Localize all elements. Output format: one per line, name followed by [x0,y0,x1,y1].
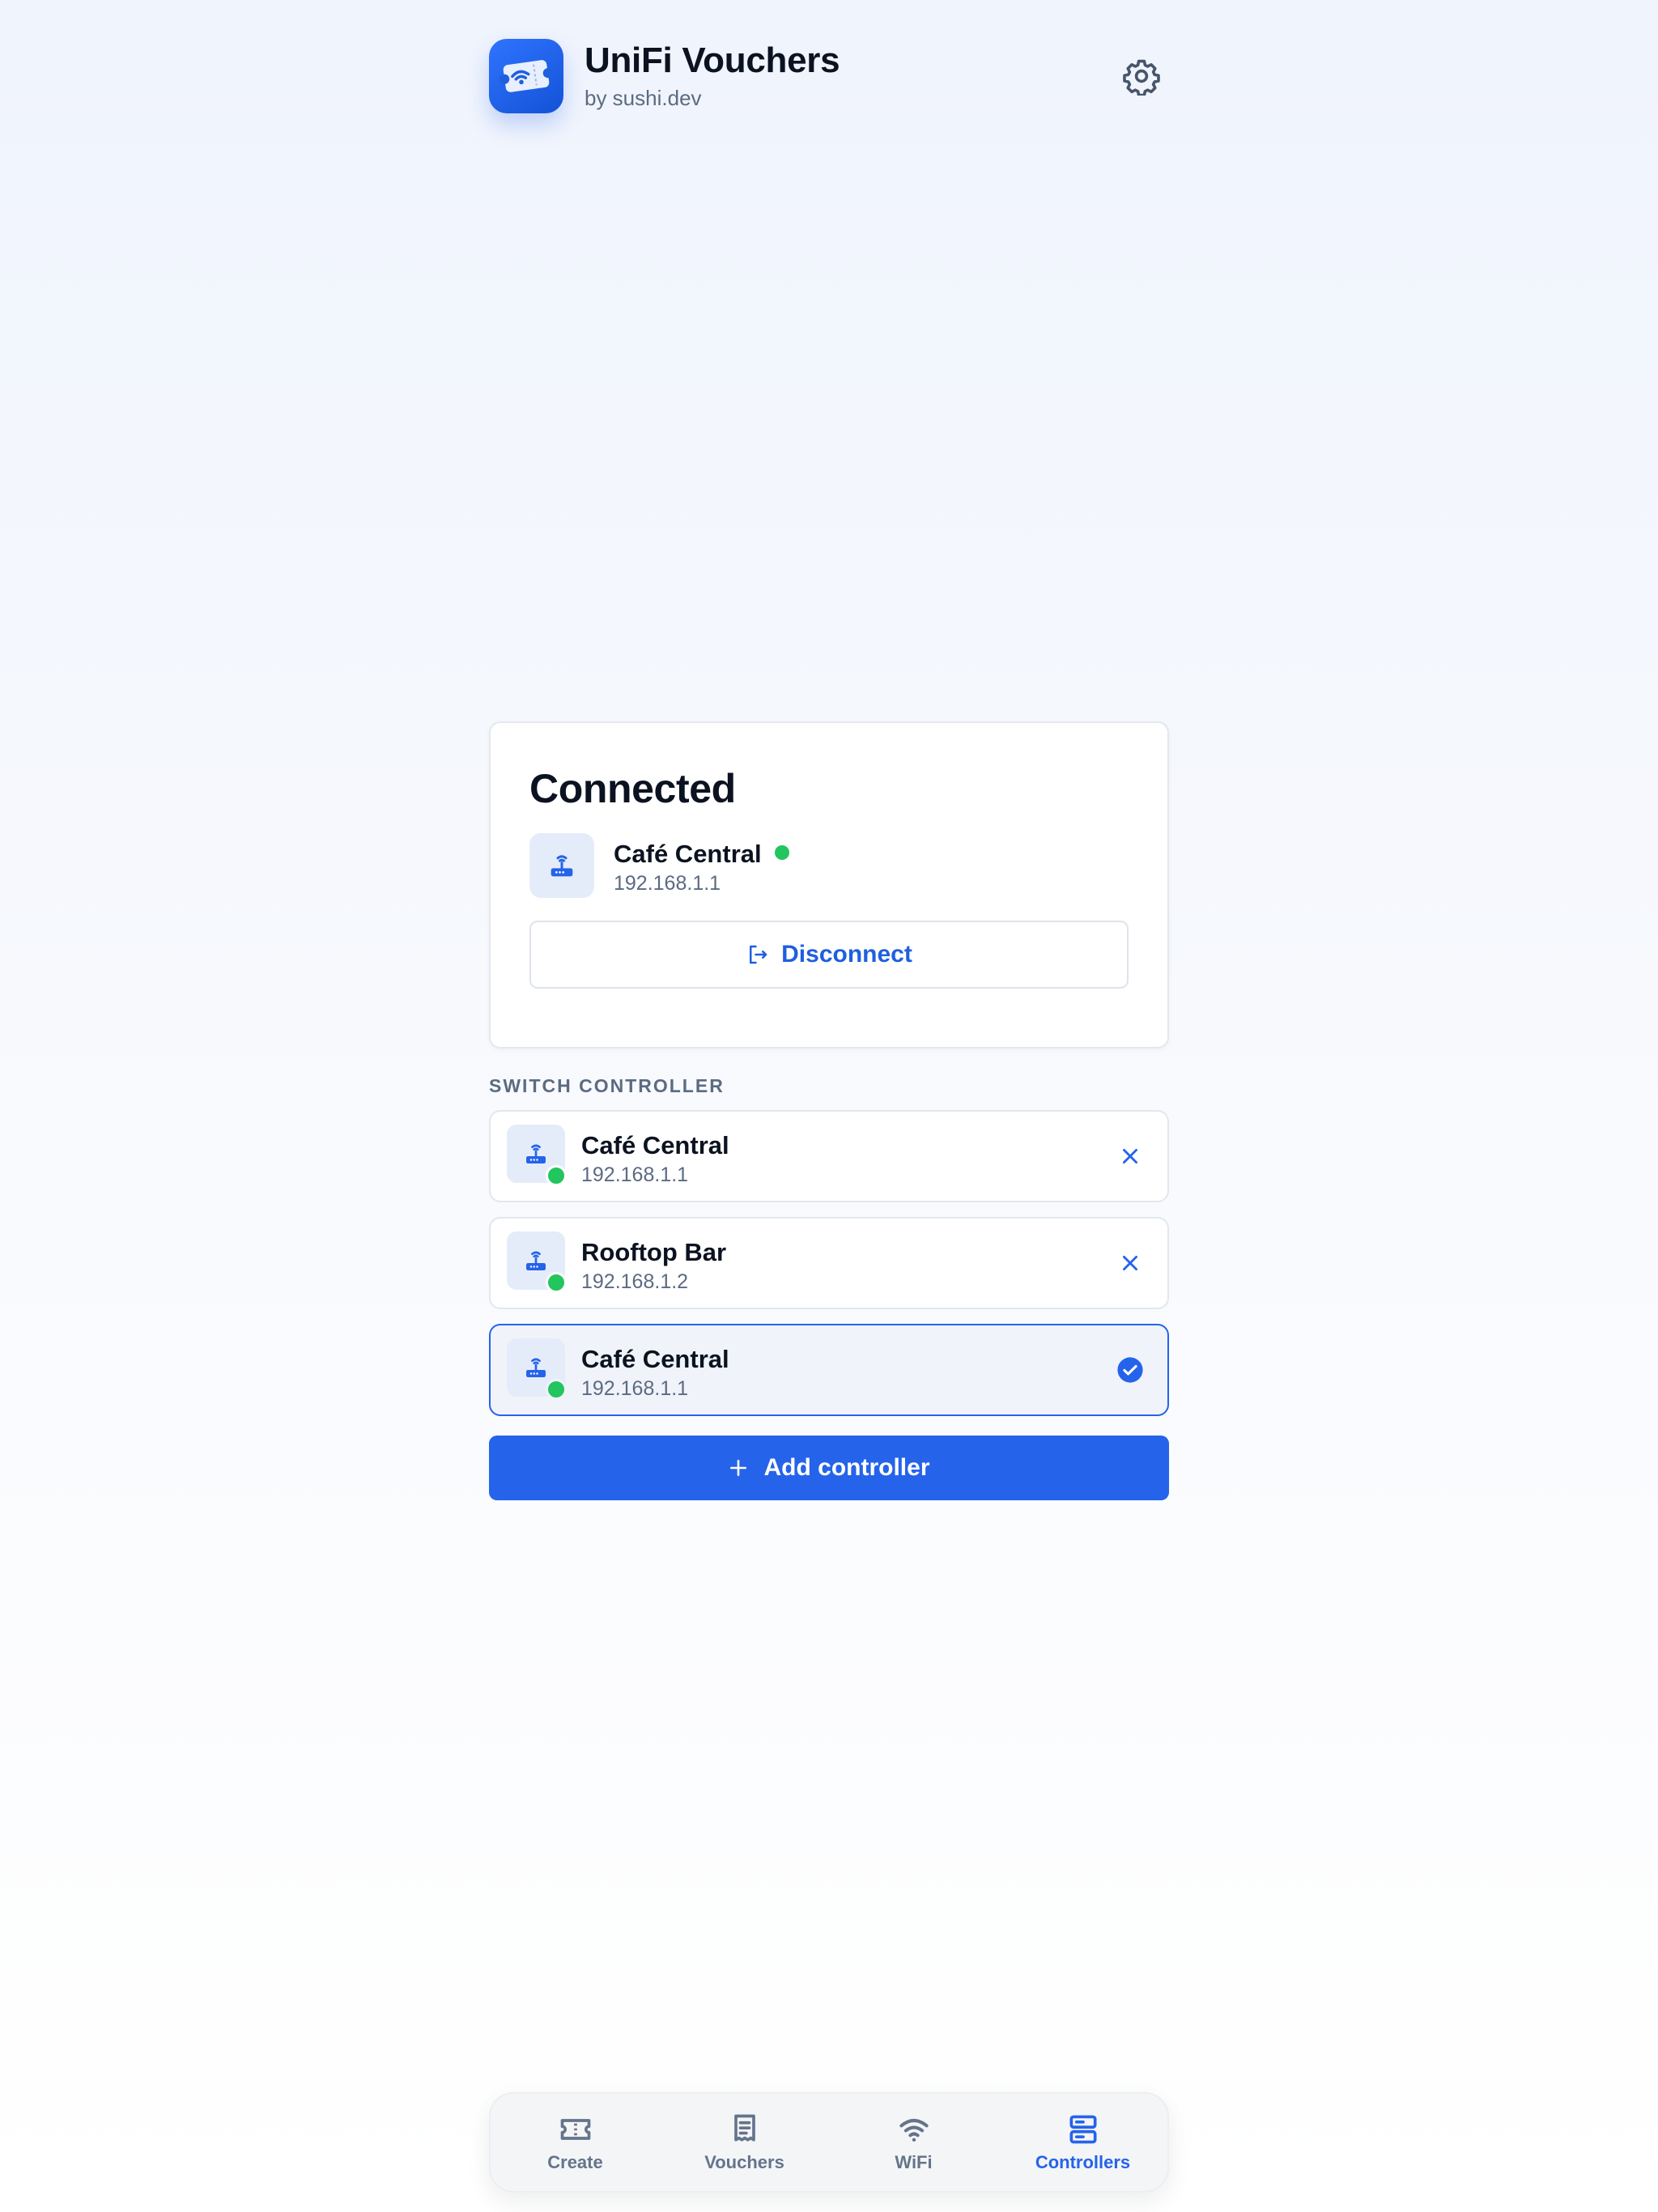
online-status-badge [546,1272,567,1293]
add-controller-button[interactable]: Add controller [489,1436,1169,1500]
tab-controllers-label: Controllers [1035,2152,1131,2172]
remove-controller-close-icon[interactable] [1114,1247,1146,1279]
tab-create-label: Create [547,2152,603,2172]
controller-item-selected[interactable]: Café Central 192.168.1.1 [489,1324,1169,1416]
tab-wifi-label: WiFi [895,2152,933,2172]
controller-name: Rooftop Bar [581,1238,727,1266]
bottom-tab-bar: Create Vouchers WiFi Controllers [489,2092,1169,2193]
router-icon [529,833,594,898]
controller-item[interactable]: Café Central 192.168.1.1 [489,1110,1169,1202]
connected-device-ip: 192.168.1.1 [614,872,721,895]
controller-name: Café Central [581,1131,729,1159]
tab-controllers[interactable]: Controllers [998,2094,1167,2191]
tab-create[interactable]: Create [491,2094,660,2191]
controller-name: Café Central [581,1345,729,1373]
settings-gear-icon[interactable] [1122,57,1161,97]
connected-card: Connected Café Central 192.168.1.1 Disco… [489,721,1169,1049]
tab-vouchers[interactable]: Vouchers [660,2094,829,2191]
online-status-badge [546,1165,567,1186]
server-icon [1069,2115,1096,2144]
controller-ip: 192.168.1.2 [581,1270,689,1293]
selected-check-icon [1114,1354,1146,1386]
tab-vouchers-label: Vouchers [704,2152,784,2172]
receipt-icon [733,2114,755,2142]
app-title: UniFi Vouchers [585,40,840,80]
ticket-icon [560,2119,590,2140]
logout-icon [750,945,767,964]
tab-wifi[interactable]: WiFi [829,2094,998,2191]
plus-icon [730,1460,747,1476]
controller-ip: 192.168.1.1 [581,1377,689,1400]
disconnect-label: Disconnect [781,941,912,968]
app-header: UniFi Vouchers by sushi.dev [489,39,1169,113]
switch-controller-heading: SWITCH CONTROLLER [489,1075,725,1096]
connected-device-name: Café Central [614,840,789,869]
remove-controller-close-icon[interactable] [1114,1140,1146,1172]
add-controller-label: Add controller [763,1454,930,1481]
app-logo-icon [489,39,563,113]
online-status-dot [774,845,789,860]
wifi-icon [899,2118,929,2142]
connected-title: Connected [529,766,736,811]
online-status-badge [546,1379,567,1400]
controller-ip: 192.168.1.1 [581,1163,689,1186]
app-subtitle: by sushi.dev [585,86,702,110]
disconnect-button[interactable]: Disconnect [529,921,1129,989]
controller-item[interactable]: Rooftop Bar 192.168.1.2 [489,1217,1169,1309]
